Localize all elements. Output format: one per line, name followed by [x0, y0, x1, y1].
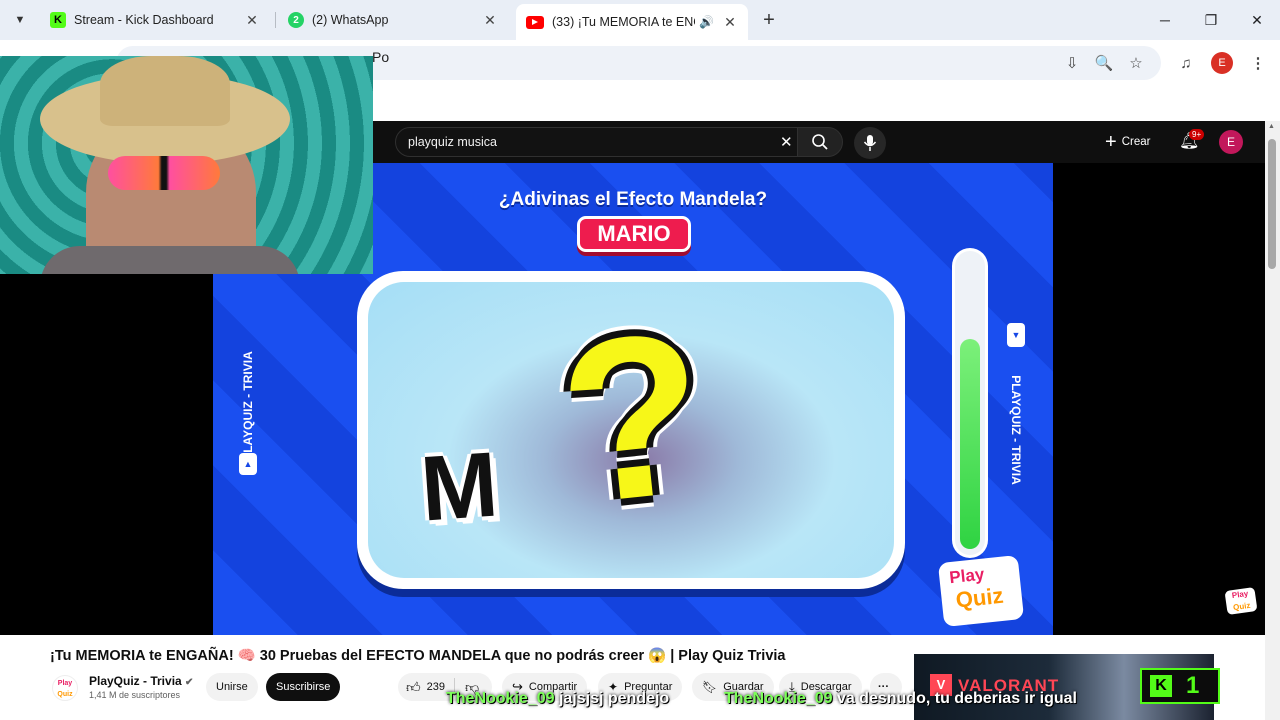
chat-message-2: TheNookie_09 va desnudo, tu deberias ir …: [724, 690, 1077, 708]
side-label-text: PLAYQUIZ - TRIVIA: [1009, 375, 1023, 485]
tab-title: Stream - Kick Dashboard: [74, 13, 214, 27]
tab-kick-dashboard[interactable]: K Stream - Kick Dashboard ✕: [40, 6, 270, 34]
thumbs-up-icon: 👍︎: [406, 678, 421, 695]
close-icon[interactable]: ✕: [244, 12, 260, 29]
timer-fill: [960, 339, 980, 549]
chat-text: jajsjsj pendejo: [558, 690, 670, 707]
kick-icon: K: [50, 12, 66, 28]
search-box[interactable]: playquiz musica ✕: [395, 127, 827, 157]
join-button[interactable]: Unirse: [206, 673, 258, 701]
youtube-masthead: playquiz musica ✕ + Crear 🔔︎ 9+ E: [373, 121, 1265, 163]
search-button[interactable]: [797, 127, 843, 157]
bookmark-star-icon[interactable]: ☆: [1125, 52, 1147, 74]
chat-message-1: TheNookie_09 jajsjsj pendejo: [446, 690, 669, 708]
scrollbar-thumb[interactable]: [1268, 139, 1276, 269]
bookmark-icon: 🔖︎: [702, 680, 718, 694]
search-icon: [812, 134, 828, 150]
notifications-button[interactable]: 🔔︎ 9+: [1179, 129, 1205, 155]
subscriber-count: 1,41 M de suscriptores: [89, 690, 181, 700]
playquiz-logo: Play Quiz: [937, 554, 1025, 628]
chat-username: TheNookie_09: [724, 690, 833, 707]
tab-divider: [275, 12, 276, 28]
restore-button[interactable]: ❐: [1188, 0, 1234, 40]
question-mark: ?: [549, 282, 717, 553]
tab-whatsapp[interactable]: 2 (2) WhatsApp ✕: [278, 6, 508, 34]
clear-search-icon[interactable]: ✕: [780, 133, 793, 151]
tab-title: (33) ¡Tu MEMORIA te ENGA: [552, 15, 695, 29]
webcam-hat-crown: [100, 56, 230, 126]
side-label-left: PLAYQUIZ - TRIVIA ▲: [239, 333, 257, 483]
minimize-button[interactable]: ─: [1142, 0, 1188, 40]
kick-viewer-widget: K 1: [1140, 668, 1220, 704]
hint-letter: M: [417, 433, 502, 541]
side-label-right: ▼ PLAYQUIZ - TRIVIA: [1007, 323, 1025, 485]
answer-badge: MARIO: [577, 216, 691, 252]
timer-bar: [955, 251, 985, 555]
chevron-down-icon: ▼: [14, 14, 26, 26]
webcam-overlay: [0, 56, 373, 274]
zoom-icon[interactable]: 🔍: [1093, 52, 1115, 74]
close-icon[interactable]: ✕: [482, 12, 498, 29]
tab-title: (2) WhatsApp: [312, 13, 389, 27]
page-scrollbar[interactable]: ▲: [1265, 121, 1280, 720]
video-title: ¡Tu MEMORIA te ENGAÑA! 🧠 30 Pruebas del …: [50, 648, 786, 664]
webcam-shirt: [40, 246, 300, 274]
notification-badge: 9+: [1189, 129, 1205, 140]
create-label: Crear: [1121, 136, 1151, 148]
account-avatar[interactable]: E: [1219, 130, 1243, 154]
tab-search-button[interactable]: ▼: [8, 8, 32, 32]
voice-search-button[interactable]: [854, 127, 886, 159]
plus-icon: +: [1105, 130, 1117, 153]
profile-avatar[interactable]: E: [1211, 52, 1233, 74]
close-window-button[interactable]: ✕: [1234, 0, 1280, 40]
chat-text: va desnudo, tu deberias ir igual: [836, 690, 1077, 707]
arrow-down-icon: ▼: [1007, 323, 1025, 347]
youtube-icon: [526, 15, 544, 29]
browser-tab-strip: ▼ K Stream - Kick Dashboard ✕ 2 (2) What…: [0, 0, 1280, 40]
scroll-up-icon[interactable]: ▲: [1268, 123, 1275, 130]
arrow-up-icon: ▲: [239, 453, 257, 475]
whatsapp-icon: 2: [288, 12, 304, 28]
close-icon[interactable]: ✕: [722, 14, 738, 31]
viewer-count: 1: [1186, 672, 1200, 699]
like-count: 239: [426, 681, 445, 693]
browser-menu-icon[interactable]: ⋮: [1247, 52, 1269, 74]
channel-name[interactable]: PlayQuiz - Trivia ✔: [89, 674, 193, 688]
address-text[interactable]: Po: [372, 49, 389, 65]
media-control-icon[interactable]: ♫: [1175, 52, 1197, 74]
kick-icon: K: [1150, 675, 1172, 697]
channel-avatar[interactable]: Play Quiz: [52, 675, 78, 701]
subscribe-button[interactable]: Suscribirse: [266, 673, 341, 701]
search-input[interactable]: playquiz musica: [408, 135, 497, 149]
create-button[interactable]: + Crear: [1105, 130, 1150, 154]
chat-username: TheNookie_09: [446, 690, 555, 707]
new-tab-button[interactable]: +: [758, 8, 780, 32]
channel-watermark[interactable]: Play Quiz: [1224, 587, 1258, 615]
speaker-icon[interactable]: 🔊: [699, 15, 714, 29]
install-app-icon[interactable]: ⇩: [1061, 52, 1083, 74]
webcam-sunglasses: [108, 156, 220, 190]
verified-icon: ✔: [185, 677, 194, 688]
microphone-icon: [863, 135, 877, 151]
tab-youtube-active[interactable]: (33) ¡Tu MEMORIA te ENGA 🔊 ✕: [516, 4, 748, 40]
